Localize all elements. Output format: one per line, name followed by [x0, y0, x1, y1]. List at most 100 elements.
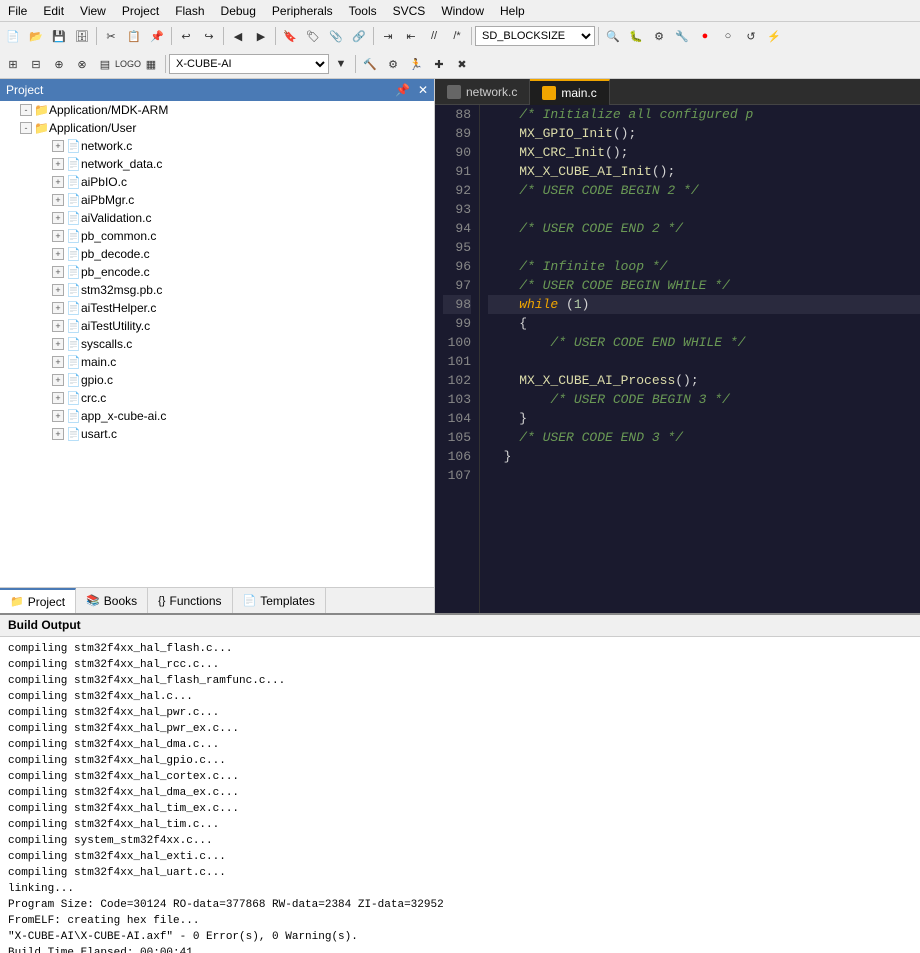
tab-templates[interactable]: 📄 Templates — [233, 588, 326, 613]
comment2-button[interactable]: /* — [446, 25, 468, 47]
undo-button[interactable]: ↩ — [175, 25, 197, 47]
tb2-tool3[interactable]: 🏃 — [405, 53, 427, 75]
tab-books[interactable]: 📚 Books — [76, 588, 148, 613]
tab-project[interactable]: 📁 Project — [0, 588, 76, 613]
menu-peripherals[interactable]: Peripherals — [264, 2, 341, 20]
tree-item-pbdecode[interactable]: + 📄 pb_decode.c — [0, 245, 434, 263]
stop-button[interactable]: ○ — [717, 25, 739, 47]
editor-tab-network[interactable]: network.c — [435, 79, 530, 105]
tree-item-appxcubeai[interactable]: + 📄 app_x-cube-ai.c — [0, 407, 434, 425]
menu-project[interactable]: Project — [114, 2, 167, 20]
save-all-button[interactable]: 🗄 — [71, 25, 93, 47]
tab-functions[interactable]: {} Functions — [148, 588, 232, 613]
expander-stm32msg[interactable]: + — [52, 284, 64, 296]
tb2-btn2[interactable]: ⊟ — [25, 53, 47, 75]
code-editor[interactable]: 88 89 90 91 92 93 94 95 96 97 98 99 100 … — [435, 105, 920, 613]
nav-fwd-button[interactable]: ▶ — [250, 25, 272, 47]
tool4-button[interactable]: 🔧 — [671, 25, 693, 47]
expander-appxcubeai[interactable]: + — [52, 410, 64, 422]
tree-item-aipbio[interactable]: + 📄 aiPbIO.c — [0, 173, 434, 191]
menu-window[interactable]: Window — [433, 2, 492, 20]
tool3-button[interactable]: ⚙ — [648, 25, 670, 47]
copy-button[interactable]: 📋 — [123, 25, 145, 47]
redo-button[interactable]: ↪ — [198, 25, 220, 47]
tb2-btn7[interactable]: ▦ — [140, 53, 162, 75]
tool1-button[interactable]: 🔍 — [602, 25, 624, 47]
tool2-button[interactable]: 🐛 — [625, 25, 647, 47]
tree-item-usart[interactable]: + 📄 usart.c — [0, 425, 434, 443]
reset-button[interactable]: ↺ — [740, 25, 762, 47]
tb2-btn6[interactable]: LOGO — [117, 53, 139, 75]
save-button[interactable]: 💾 — [48, 25, 70, 47]
paste-button[interactable]: 📌 — [146, 25, 168, 47]
tb2-btn5[interactable]: ▤ — [94, 53, 116, 75]
comment-button[interactable]: // — [423, 25, 445, 47]
expander-usart[interactable]: + — [52, 428, 64, 440]
tb2-tool1[interactable]: 🔨 — [359, 53, 381, 75]
menu-flash[interactable]: Flash — [167, 2, 212, 20]
combo-drop-button[interactable]: ▼ — [330, 53, 352, 75]
menu-edit[interactable]: Edit — [35, 2, 72, 20]
tree-item-pbcommon[interactable]: + 📄 pb_common.c — [0, 227, 434, 245]
menu-svcs[interactable]: SVCS — [385, 2, 434, 20]
tb2-tool5[interactable]: ✖ — [451, 53, 473, 75]
expander-app[interactable]: - — [20, 122, 32, 134]
menu-file[interactable]: File — [0, 2, 35, 20]
tree-item-network[interactable]: + 📄 network.c — [0, 137, 434, 155]
tree-item-aitestutility[interactable]: + 📄 aiTestUtility.c — [0, 317, 434, 335]
menu-view[interactable]: View — [72, 2, 114, 20]
menu-debug[interactable]: Debug — [213, 2, 264, 20]
tb2-tool4[interactable]: ✚ — [428, 53, 450, 75]
tree-item-stm32msg[interactable]: + 📄 stm32msg.pb.c — [0, 281, 434, 299]
power-button[interactable]: ⚡ — [763, 25, 785, 47]
nav-back-button[interactable]: ◀ — [227, 25, 249, 47]
expander-aipbmgr[interactable]: + — [52, 194, 64, 206]
indent2-button[interactable]: ⇤ — [400, 25, 422, 47]
expander-crc[interactable]: + — [52, 392, 64, 404]
bookmark-button[interactable]: 🔖 — [279, 25, 301, 47]
tree-item-aitesthelper[interactable]: + 📄 aiTestHelper.c — [0, 299, 434, 317]
tree-item-network-data[interactable]: + 📄 network_data.c — [0, 155, 434, 173]
expander-pbencode[interactable]: + — [52, 266, 64, 278]
menu-help[interactable]: Help — [492, 2, 533, 20]
menu-tools[interactable]: Tools — [341, 2, 385, 20]
new-file-button[interactable]: 📄 — [2, 25, 24, 47]
tree-item-syscalls[interactable]: + 📄 syscalls.c — [0, 335, 434, 353]
tb2-btn3[interactable]: ⊕ — [48, 53, 70, 75]
tree-item-aivalidation[interactable]: + 📄 aiValidation.c — [0, 209, 434, 227]
tree-item-gpio[interactable]: + 📄 gpio.c — [0, 371, 434, 389]
cut-button[interactable]: ✂ — [100, 25, 122, 47]
expander-mdk[interactable]: - — [20, 104, 32, 116]
tb2-btn4[interactable]: ⊗ — [71, 53, 93, 75]
tree-item-main[interactable]: + 📄 main.c — [0, 353, 434, 371]
expander-pbcommon[interactable]: + — [52, 230, 64, 242]
tb2-tool2[interactable]: ⚙ — [382, 53, 404, 75]
bookmark4-button[interactable]: 🔗 — [348, 25, 370, 47]
project-combo[interactable]: X-CUBE-AI — [169, 54, 329, 74]
indent-button[interactable]: ⇥ — [377, 25, 399, 47]
expander-aitestutility[interactable]: + — [52, 320, 64, 332]
tree-item-app-user[interactable]: - 📁 Application/User — [0, 119, 434, 137]
bookmark3-button[interactable]: 📎 — [325, 25, 347, 47]
pin-icon[interactable]: 📌 — [395, 83, 410, 97]
code-content[interactable]: /* Initialize all configured p MX_GPIO_I… — [480, 105, 920, 613]
tree-item-crc[interactable]: + 📄 crc.c — [0, 389, 434, 407]
tb2-btn1[interactable]: ⊞ — [2, 53, 24, 75]
open-button[interactable]: 📂 — [25, 25, 47, 47]
expander-networkdata[interactable]: + — [52, 158, 64, 170]
expander-main[interactable]: + — [52, 356, 64, 368]
tree-item-mdk-arm[interactable]: - 📁 Application/MDK-ARM — [0, 101, 434, 119]
close-panel-icon[interactable]: ✕ — [418, 83, 428, 97]
expander-aitesthelper[interactable]: + — [52, 302, 64, 314]
tree-item-aipbmgr[interactable]: + 📄 aiPbMgr.c — [0, 191, 434, 209]
tree-item-pbencode[interactable]: + 📄 pb_encode.c — [0, 263, 434, 281]
build-output[interactable]: compiling stm32f4xx_hal_flash.c... compi… — [0, 637, 920, 953]
run-button[interactable]: ● — [694, 25, 716, 47]
editor-tab-main[interactable]: main.c — [530, 79, 609, 105]
expander-aivalidation[interactable]: + — [52, 212, 64, 224]
expander-gpio[interactable]: + — [52, 374, 64, 386]
expander-aipbio[interactable]: + — [52, 176, 64, 188]
symbol-combo[interactable]: SD_BLOCKSIZE — [475, 26, 595, 46]
bookmark2-button[interactable]: 🏷 — [302, 25, 324, 47]
expander-pbdecode[interactable]: + — [52, 248, 64, 260]
